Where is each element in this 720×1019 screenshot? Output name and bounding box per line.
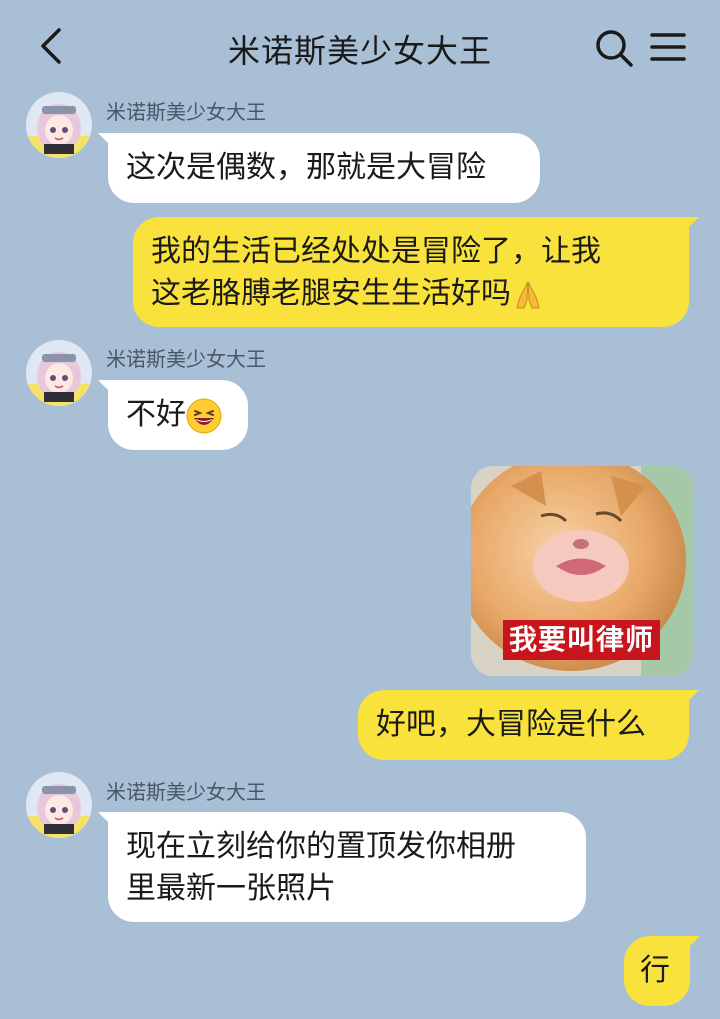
message-text: 行 — [640, 953, 670, 988]
contact-avatar[interactable] — [26, 92, 92, 158]
message-bubble[interactable]: 行 — [624, 936, 700, 1006]
message-text: 好吧，大冒险是什么 — [376, 707, 646, 742]
message-text-line1: 我的生活已经处处是冒险了，让我 — [151, 234, 601, 269]
menu-icon — [650, 33, 686, 61]
message-bubble[interactable]: 好吧，大冒险是什么 — [358, 690, 699, 760]
grinning-squinting-face-emoji — [186, 398, 222, 433]
message-bubble[interactable]: 不好 — [98, 380, 248, 450]
message-text-line1: 现在立刻给你的置顶发你相册 — [126, 829, 516, 864]
folded-hands-emoji — [516, 281, 540, 308]
contact-avatar[interactable] — [26, 340, 92, 406]
message-text-line2: 里最新一张照片 — [126, 871, 336, 906]
contact-avatar[interactable] — [26, 772, 92, 838]
message-bubble[interactable]: 我的生活已经处处是冒险了，让我 这老胳膊老腿安生生活好吗 — [133, 217, 699, 327]
sticker-caption: 我要叫律师 — [503, 620, 661, 660]
cat-sticker-image[interactable]: 我要叫律师 — [471, 466, 693, 676]
message-bubble[interactable]: 这次是偶数，那就是大冒险 — [98, 133, 540, 203]
search-button[interactable] — [592, 26, 636, 70]
sender-name: 米诺斯美少女大王 — [106, 100, 266, 124]
search-icon — [596, 30, 633, 67]
message-text: 不好 — [126, 397, 186, 432]
message-text-line2: 这老胳膊老腿安生生活好吗 — [151, 276, 511, 311]
menu-button[interactable] — [646, 26, 690, 70]
sender-name: 米诺斯美少女大王 — [106, 347, 266, 371]
message-bubble[interactable]: 现在立刻给你的置顶发你相册 里最新一张照片 — [98, 812, 586, 922]
message-text: 这次是偶数，那就是大冒险 — [126, 150, 486, 185]
sender-name: 米诺斯美少女大王 — [106, 780, 266, 804]
chat-header: 米诺斯美少女大王 — [0, 0, 720, 92]
